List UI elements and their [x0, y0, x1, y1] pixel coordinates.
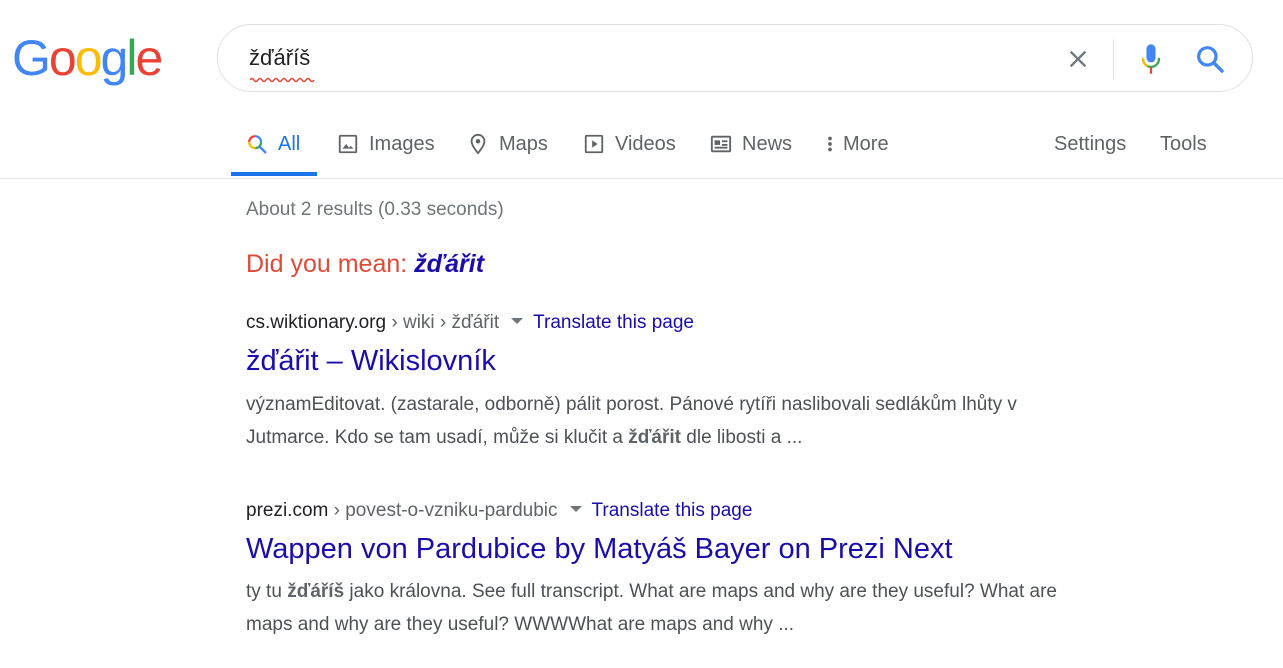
logo-letter: o — [74, 30, 103, 86]
snippet-line: maps and why are they useful? WWWWhat ar… — [246, 614, 795, 635]
result-snippet: významEditovat. (zastarale, odborně) pál… — [246, 388, 1166, 454]
tab-videos[interactable]: Videos — [583, 112, 676, 176]
google-logo[interactable]: Google — [12, 28, 163, 88]
chevron-down-icon[interactable] — [569, 506, 582, 513]
did-you-mean: Did you mean: žďářit — [246, 250, 484, 279]
search-input[interactable]: žďáříš — [249, 45, 310, 71]
search-icon — [248, 135, 267, 154]
close-icon[interactable] — [1064, 45, 1092, 73]
translate-link[interactable]: Translate this page — [592, 500, 753, 521]
logo-letter: G — [12, 30, 51, 86]
snippet-text: jako královna. See full transcript. What… — [344, 581, 1057, 602]
search-icon[interactable] — [1194, 43, 1226, 75]
tab-images[interactable]: Images — [337, 112, 435, 176]
search-box[interactable]: žďáříš — [217, 24, 1253, 92]
logo-letter: l — [126, 30, 137, 86]
video-icon — [584, 134, 604, 154]
tab-maps[interactable]: Maps — [467, 112, 548, 176]
result-path: › povest-o-vzniku-pardubic — [328, 500, 558, 521]
result-snippet: ty tu žďáříš jako královna. See full tra… — [246, 575, 1166, 641]
tab-news[interactable]: News — [710, 112, 792, 176]
result-path: › wiki › žďářit — [386, 312, 500, 333]
active-tab-indicator — [231, 172, 317, 176]
tab-more[interactable]: More — [825, 112, 889, 176]
tab-label: Images — [369, 132, 435, 155]
tools-link[interactable]: Tools — [1160, 112, 1207, 176]
microphone-icon[interactable] — [1136, 42, 1166, 76]
snippet-text: dle libosti a ... — [681, 427, 803, 448]
snippet-line: ty tu žďáříš jako královna. See full tra… — [246, 575, 1166, 608]
spelling-suggestion-link[interactable]: žďářit — [414, 250, 484, 278]
tab-label: More — [843, 132, 889, 155]
logo-letter: o — [48, 30, 77, 86]
logo-letter: e — [135, 30, 163, 86]
tab-label: News — [742, 132, 793, 155]
tab-label: Maps — [499, 132, 548, 155]
map-pin-icon — [470, 133, 486, 155]
snippet-text: Jutmarce. Kdo se tam usadí, může si kluč… — [246, 427, 629, 448]
tab-label: Videos — [615, 132, 676, 155]
news-icon — [710, 135, 732, 153]
snippet-highlight: žďáříš — [287, 581, 345, 602]
tab-label: All — [278, 132, 301, 155]
did-you-mean-prefix: Did you mean: — [246, 250, 415, 278]
search-tabs: All Images Maps Videos News More Setting… — [0, 112, 1283, 179]
result-domain: cs.wiktionary.org — [246, 312, 387, 333]
logo-letter: g — [100, 30, 129, 86]
chevron-down-icon[interactable] — [511, 318, 524, 325]
translate-link[interactable]: Translate this page — [533, 312, 694, 333]
search-divider — [1113, 39, 1114, 79]
result-cite: cs.wiktionary.org › wiki › žďářit Transla… — [246, 312, 694, 334]
snippet-highlight: žďářit — [628, 427, 681, 448]
result-stats: About 2 results (0.33 seconds) — [246, 199, 504, 220]
snippet-line: Jutmarce. Kdo se tam usadí, může si kluč… — [246, 421, 1166, 454]
result-title-link[interactable]: Wappen von Pardubice by Matyáš Bayer on … — [246, 533, 953, 566]
result-cite: prezi.com › povest-o-vzniku-pardubic Tran… — [246, 500, 752, 522]
image-icon — [338, 134, 358, 154]
spellcheck-underline — [250, 77, 315, 83]
result-title-link[interactable]: žďářit – Wikislovník — [246, 345, 496, 378]
settings-link[interactable]: Settings — [1054, 112, 1126, 176]
more-vertical-icon — [828, 136, 832, 152]
snippet-line: významEditovat. (zastarale, odborně) pál… — [246, 394, 1017, 415]
result-domain: prezi.com — [246, 500, 329, 521]
tab-all[interactable]: All — [246, 112, 300, 176]
snippet-text: ty tu — [246, 581, 288, 602]
